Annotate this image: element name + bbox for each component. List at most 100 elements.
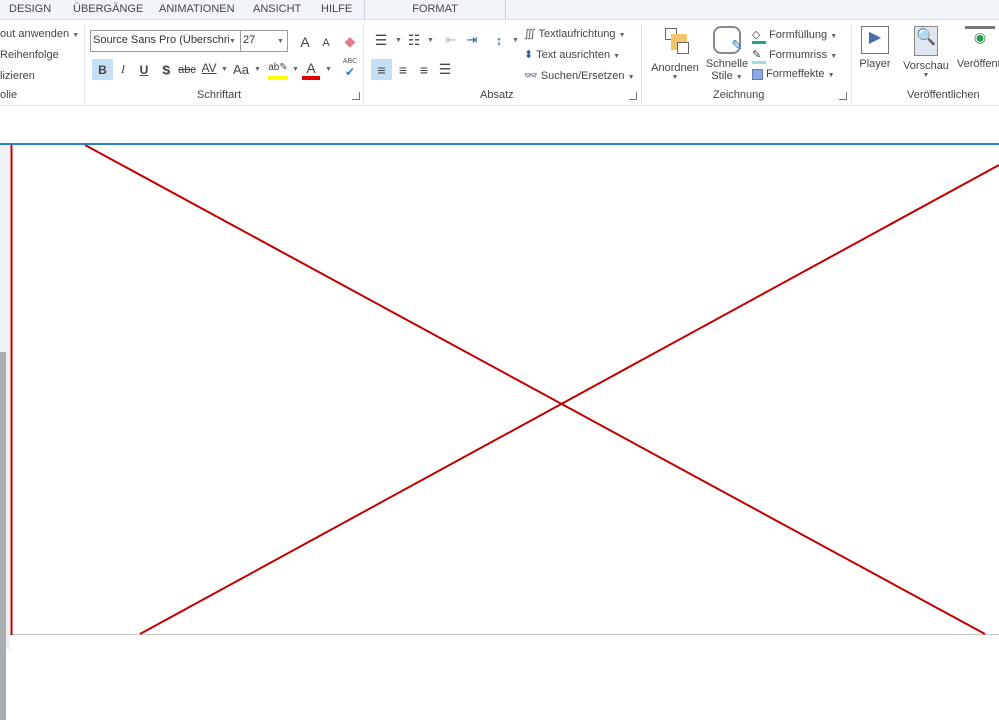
group-label-folie: olie bbox=[0, 89, 18, 101]
chevron-down-icon: ▼ bbox=[830, 53, 838, 60]
font-color-button[interactable]: A bbox=[302, 59, 320, 80]
schnelle-label: Schnelle bbox=[705, 58, 749, 70]
strikethrough-button[interactable]: abc bbox=[177, 59, 197, 80]
checkmark-icon: ✔ bbox=[344, 64, 356, 79]
tab-ansicht[interactable]: ANSICHT bbox=[253, 3, 301, 15]
align-left-button[interactable]: ≡ bbox=[371, 59, 392, 80]
grow-font-button[interactable]: A bbox=[296, 32, 314, 52]
align-text-button[interactable]: ⬍ Text ausrichten ▼ bbox=[524, 48, 620, 61]
shrink-font-icon: A bbox=[322, 37, 330, 49]
quick-styles-button[interactable]: ✎ Schnelle Stile ▼ bbox=[704, 26, 750, 82]
separator bbox=[363, 24, 364, 104]
character-spacing-button[interactable]: AV bbox=[199, 57, 219, 78]
font-color-icon: A bbox=[306, 59, 316, 76]
text-direction-label: Textlaufrichtung bbox=[538, 28, 616, 40]
chevron-down-icon: ▼ bbox=[922, 72, 930, 79]
chevron-down-icon[interactable]: ▼ bbox=[512, 37, 519, 44]
grow-font-icon: A bbox=[300, 34, 310, 50]
chevron-down-icon: ▼ bbox=[827, 72, 835, 79]
chevron-down-icon[interactable]: ▼ bbox=[221, 66, 228, 73]
anordnen-button[interactable]: Anordnen ▼ bbox=[648, 26, 702, 81]
chevron-down-icon[interactable]: ▼ bbox=[229, 38, 236, 45]
player-icon: ▶ bbox=[861, 26, 889, 54]
tab-hilfe[interactable]: HILFE bbox=[321, 3, 352, 15]
shape-effects-button[interactable]: Formeffekte ▼ bbox=[752, 68, 835, 80]
group-label-absatz: Absatz bbox=[480, 89, 514, 101]
decrease-indent-icon[interactable]: ⇤ bbox=[442, 31, 460, 49]
shape-effects-label: Formeffekte bbox=[766, 68, 825, 80]
font-name-value: Source Sans Pro (Überschrift bbox=[93, 34, 229, 46]
group-label-schriftart: Schriftart bbox=[197, 89, 242, 101]
shape-fill-label: Formfüllung bbox=[769, 29, 828, 41]
spelling-button[interactable]: ABC ✔ bbox=[340, 57, 360, 79]
tab-uebergaenge[interactable]: ÜBERGÄNGE bbox=[73, 3, 143, 15]
text-direction-button[interactable]: ∭ Textlaufrichtung ▼ bbox=[524, 27, 626, 40]
separator bbox=[84, 24, 85, 104]
align-text-label: Text ausrichten bbox=[536, 49, 611, 61]
align-right-button[interactable]: ≡ bbox=[414, 59, 434, 80]
highlighter-icon: ab✎ bbox=[268, 62, 288, 73]
veroeffentlichen-label: Veröffentl bbox=[956, 58, 999, 70]
find-replace-button[interactable]: 👓 Suchen/Ersetzen ▼ bbox=[524, 69, 635, 82]
chevron-down-icon: ▼ bbox=[618, 32, 626, 39]
shrink-font-button[interactable]: A bbox=[318, 34, 334, 52]
dialog-launcher-icon[interactable] bbox=[352, 92, 360, 100]
shape-outline-label: Formumriss bbox=[769, 49, 828, 61]
reihenfolge-button[interactable]: Reihenfolge bbox=[0, 49, 59, 61]
bullets-icon[interactable]: ☰ bbox=[372, 31, 390, 49]
chevron-down-icon[interactable]: ▼ bbox=[427, 37, 434, 44]
preview-magnifier-icon: 🔍 bbox=[914, 26, 938, 56]
line-spacing-icon[interactable]: ↕ bbox=[490, 31, 508, 49]
bold-button[interactable]: B bbox=[92, 59, 113, 80]
shadow-button[interactable]: S bbox=[157, 59, 175, 80]
align-center-icon: ≡ bbox=[398, 61, 408, 78]
dialog-launcher-icon[interactable] bbox=[629, 92, 637, 100]
scrollbar-thumb[interactable] bbox=[0, 352, 6, 720]
font-name-combobox[interactable]: Source Sans Pro (Überschrift▼ bbox=[90, 30, 241, 52]
align-center-button[interactable]: ≡ bbox=[393, 59, 413, 80]
clear-formatting-icon[interactable]: ◆ bbox=[340, 31, 360, 51]
justify-button[interactable]: ☰ bbox=[435, 59, 455, 80]
spelling-label: ABC bbox=[342, 57, 358, 65]
diagonal-line-down bbox=[84, 145, 986, 635]
shape-effects-icon bbox=[752, 68, 763, 80]
shape-fill-button[interactable]: ◇ Formfüllung ▼ bbox=[752, 28, 837, 44]
anordnen-label: Anordnen bbox=[651, 62, 699, 74]
tab-animationen[interactable]: ANIMATIONEN bbox=[159, 3, 235, 15]
player-label: Player bbox=[859, 58, 891, 70]
chevron-down-icon[interactable]: ▼ bbox=[325, 66, 332, 73]
dialog-launcher-icon[interactable] bbox=[839, 92, 847, 100]
arrange-icon bbox=[659, 26, 691, 58]
slide-canvas[interactable] bbox=[10, 145, 999, 635]
underline-button[interactable]: U bbox=[135, 59, 153, 80]
chevron-down-icon[interactable]: ▼ bbox=[395, 37, 402, 44]
change-case-button[interactable]: Aa bbox=[231, 59, 251, 80]
placeholder-x-shape[interactable] bbox=[10, 145, 999, 635]
vorschau-button[interactable]: 🔍 Vorschau ▼ bbox=[902, 26, 950, 79]
player-button[interactable]: ▶ Player bbox=[856, 26, 894, 70]
numbering-icon[interactable]: ☷ bbox=[405, 31, 423, 49]
stile-label: Stile bbox=[711, 70, 733, 82]
tab-format[interactable]: FORMAT bbox=[364, 0, 506, 20]
thumbnail-pane bbox=[0, 145, 10, 720]
tab-design[interactable]: DESIGN bbox=[9, 3, 51, 15]
binoculars-icon: 👓 bbox=[524, 70, 538, 82]
chevron-down-icon[interactable]: ▼ bbox=[254, 66, 261, 73]
quick-styles-icon: ✎ bbox=[713, 26, 743, 54]
chevron-down-icon[interactable]: ▼ bbox=[292, 66, 299, 73]
align-text-icon: ⬍ bbox=[524, 49, 534, 61]
increase-indent-icon[interactable]: ⇥ bbox=[463, 31, 481, 49]
vorschau-label: Vorschau bbox=[903, 60, 949, 72]
shape-outline-button[interactable]: ✎ Formumriss ▼ bbox=[752, 48, 837, 64]
chevron-down-icon: ▼ bbox=[627, 74, 635, 81]
font-size-combobox[interactable]: 27 ▼ bbox=[240, 30, 288, 52]
layout-apply-button[interactable]: out anwenden ▼ bbox=[0, 28, 79, 40]
veroeffentlichen-button[interactable]: ◉ Veröffentl bbox=[955, 26, 999, 70]
chevron-down-icon: ▼ bbox=[830, 33, 838, 40]
ribbon-tabs: DESIGN ÜBERGÄNGE ANIMATIONEN ANSICHT HIL… bbox=[0, 0, 999, 20]
italic-button[interactable]: I bbox=[114, 59, 132, 80]
separator bbox=[851, 24, 852, 104]
duplizieren-button[interactable]: lizieren bbox=[0, 70, 35, 82]
chevron-down-icon[interactable]: ▼ bbox=[277, 38, 284, 45]
highlight-color-button[interactable]: ab✎ bbox=[268, 59, 288, 80]
